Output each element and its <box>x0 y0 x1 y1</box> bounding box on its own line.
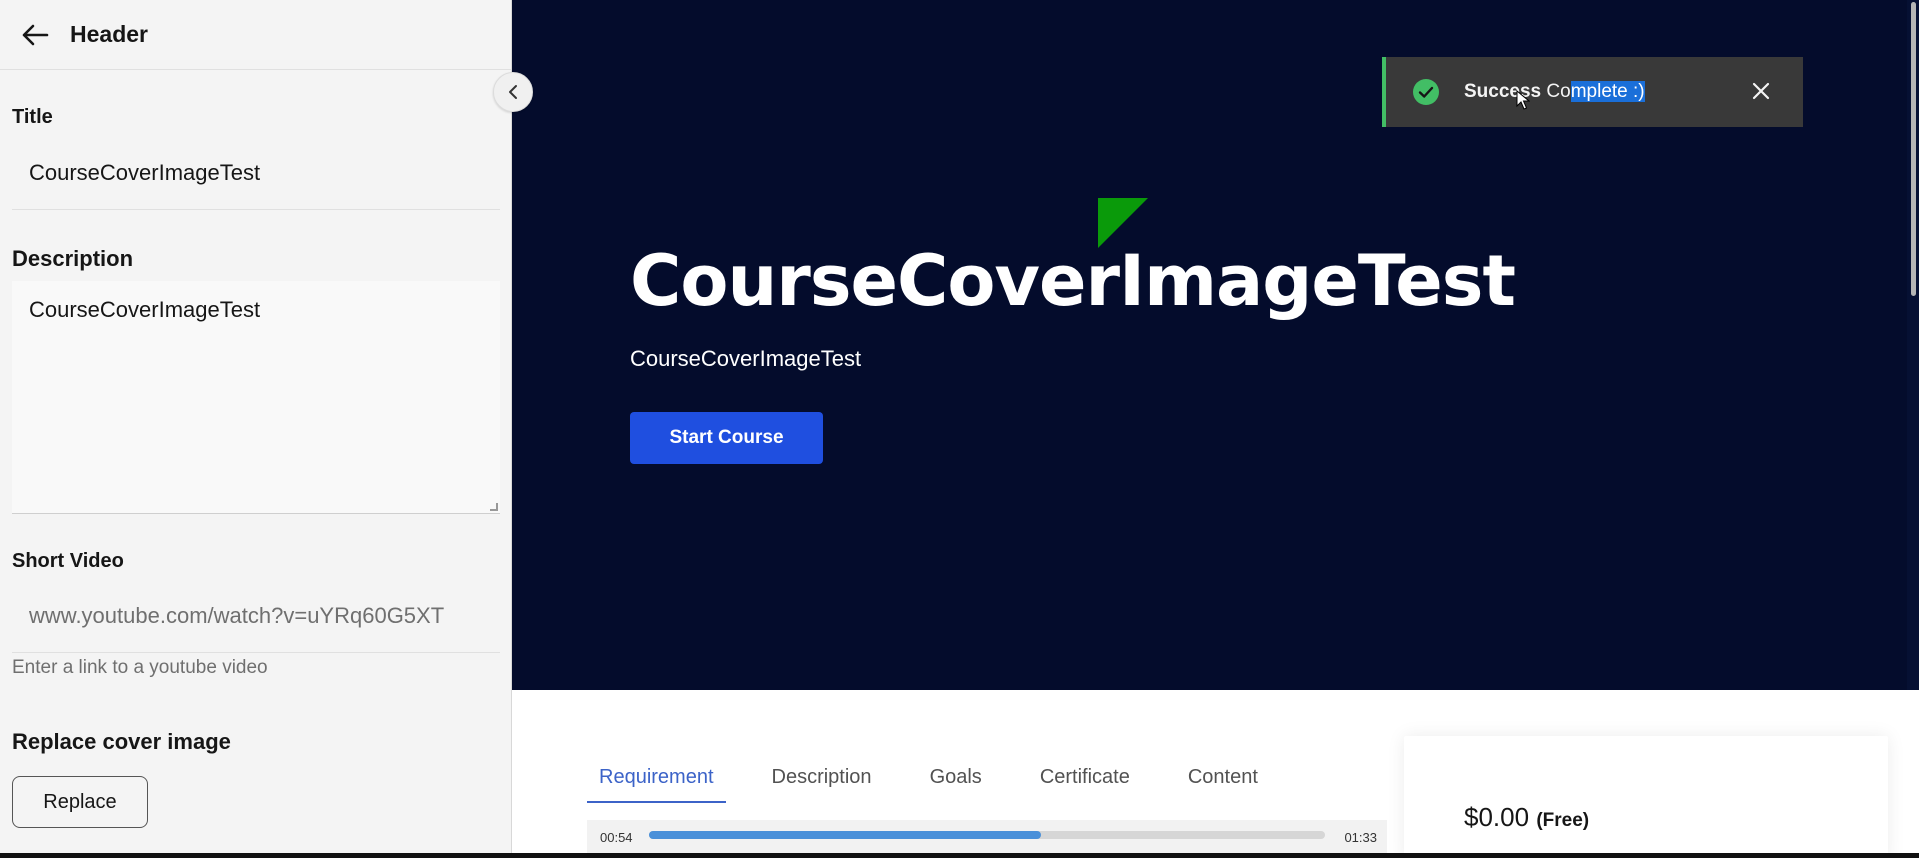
panel-header: Header <box>0 0 511 70</box>
short-video-helper: Enter a link to a youtube video <box>12 657 268 678</box>
editor-panel: Header Title CourseCoverImageTest Descri… <box>0 0 512 853</box>
success-toast: Success Complete :) <box>1382 57 1803 127</box>
course-hero: CourseCoverImageTest CourseCoverImageTes… <box>512 0 1919 690</box>
short-video-input[interactable]: www.youtube.com/watch?v=uYRq60G5XT <box>12 591 500 653</box>
window-bottom-edge <box>0 853 1919 858</box>
short-video-label: Short Video <box>12 550 124 572</box>
price-amount: $0.00 <box>1464 802 1530 832</box>
arrow-left-icon <box>22 24 49 45</box>
resize-handle[interactable] <box>490 503 498 511</box>
course-title: CourseCoverImageTest <box>630 240 1516 322</box>
tab-goals[interactable]: Goals <box>918 766 994 803</box>
course-tabs: Requirement Description Goals Certificat… <box>587 766 1304 803</box>
tab-content[interactable]: Content <box>1176 766 1270 803</box>
description-text: CourseCoverImageTest <box>29 297 261 322</box>
description-textarea[interactable]: CourseCoverImageTest <box>12 281 500 514</box>
toast-message: Success Complete :) <box>1464 81 1645 103</box>
toast-text-selected: mplete :) <box>1570 81 1645 102</box>
price-display: $0.00 (Free) <box>1464 802 1589 833</box>
tab-requirement[interactable]: Requirement <box>587 766 726 803</box>
course-details: Requirement Description Goals Certificat… <box>512 690 1919 858</box>
video-player-controls: 00:54 01:33 <box>587 820 1387 853</box>
video-seek-bar[interactable] <box>649 831 1325 839</box>
page-scrollbar-thumb[interactable] <box>1911 2 1916 296</box>
price-card: $0.00 (Free) <box>1404 736 1888 858</box>
description-label: Description <box>12 246 134 271</box>
title-label: Title <box>12 106 53 128</box>
mouse-cursor-icon <box>1516 90 1530 110</box>
back-button[interactable] <box>20 20 50 50</box>
cover-image-label: Replace cover image <box>12 729 231 754</box>
video-current-time: 00:54 <box>600 830 633 845</box>
video-total-time: 01:33 <box>1344 830 1377 845</box>
close-icon[interactable] <box>1749 79 1773 103</box>
toast-text-plain: Co <box>1541 81 1571 102</box>
page-scrollbar[interactable] <box>1907 0 1919 690</box>
tab-certificate[interactable]: Certificate <box>1028 766 1142 803</box>
checkmark-circle-icon <box>1413 79 1439 105</box>
chevron-left-icon <box>509 85 517 99</box>
panel-title: Header <box>70 21 148 47</box>
tab-description[interactable]: Description <box>760 766 884 803</box>
replace-button[interactable]: Replace <box>12 776 148 828</box>
price-note: (Free) <box>1536 810 1590 831</box>
course-subtitle: CourseCoverImageTest <box>630 346 862 371</box>
video-progress-fill <box>649 831 1042 839</box>
start-course-button[interactable]: Start Course <box>630 412 823 464</box>
title-input[interactable]: CourseCoverImageTest <box>12 148 500 210</box>
collapse-panel-button[interactable] <box>493 72 533 112</box>
